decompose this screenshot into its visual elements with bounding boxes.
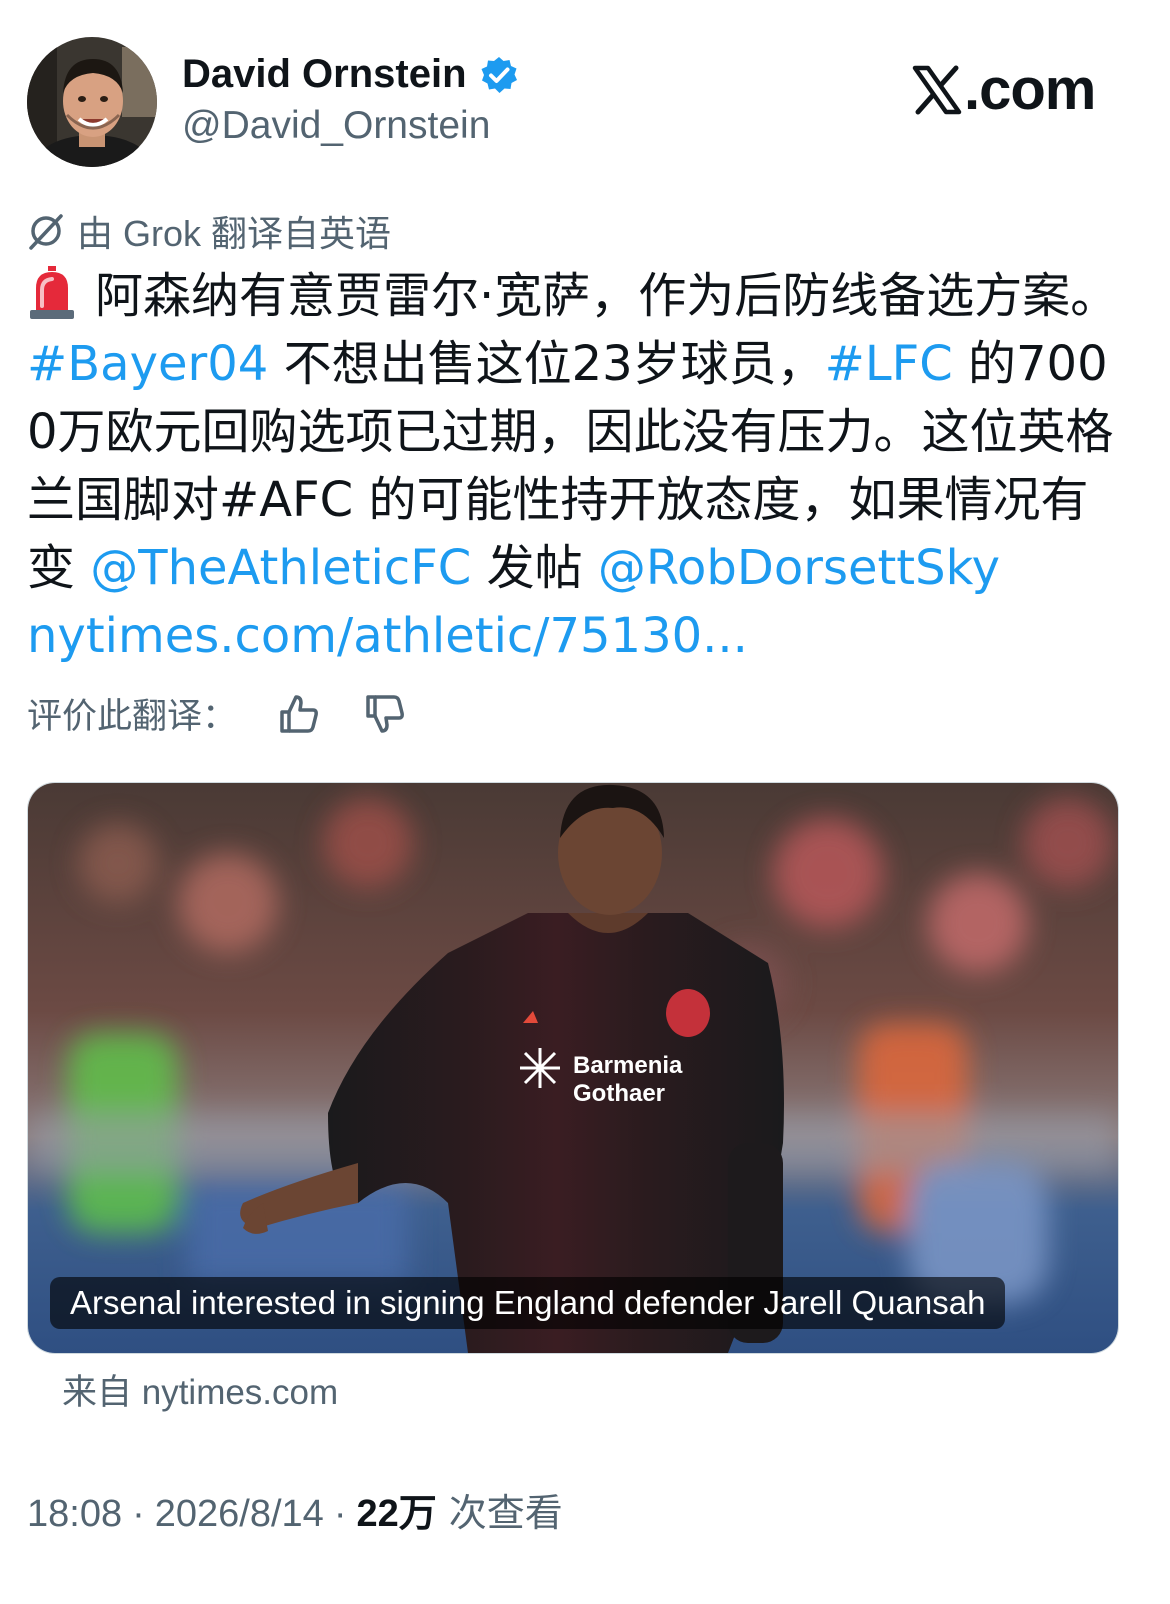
rate-translation-row: 评价此翻译：: [27, 688, 407, 739]
translation-note: 由 Grok 翻译自英语: [27, 205, 391, 257]
brand-logo: .com: [912, 56, 1096, 123]
rate-translation-label: 评价此翻译：: [27, 697, 238, 736]
tweet-text: 阿森纳有意贾雷尔·宽萨，作为后防线备选方案。 #Bayer04 不想出售这位23岁…: [27, 262, 1127, 670]
mention-theathleticfc[interactable]: @TheAthleticFC: [90, 540, 471, 596]
grok-icon: [29, 214, 63, 250]
author-name-row[interactable]: David Ornstein: [182, 52, 519, 97]
thumbs-up-icon[interactable]: [277, 692, 321, 736]
translation-note-text: 由 Grok 翻译自英语: [77, 213, 392, 254]
article-photo: Barmenia Gothaer: [28, 783, 1118, 1353]
rotating-light-icon: [30, 266, 74, 319]
author-name[interactable]: David Ornstein: [182, 52, 467, 97]
article-source[interactable]: 来自 nytimes.com: [62, 1364, 338, 1415]
thumbs-down-icon[interactable]: [363, 692, 407, 736]
verified-badge-icon: [481, 56, 517, 93]
hashtag-bayer04[interactable]: #Bayer04: [27, 336, 268, 392]
tweet-text-part-2: 不想出售这位23岁球员，: [268, 336, 825, 392]
svg-text:Gothaer: Gothaer: [573, 1080, 665, 1107]
article-link[interactable]: nytimes.com/athletic/75130...: [27, 608, 748, 664]
mention-robdorsettsky[interactable]: @RobDorsettSky: [598, 540, 1000, 596]
author-handle[interactable]: @David_Ornstein: [182, 104, 490, 148]
avatar[interactable]: [27, 37, 157, 167]
view-count[interactable]: 22万: [356, 1482, 436, 1537]
article-card-title[interactable]: Arsenal interested in signing England de…: [50, 1277, 1006, 1329]
separator: ·: [333, 1493, 347, 1535]
tweet-text-part-4: 发帖: [471, 540, 598, 596]
tweet-meta: 18:08 · 2026/8/14 · 22万 次查看: [27, 1482, 563, 1537]
svg-text:Barmenia: Barmenia: [573, 1052, 683, 1079]
tweet-text-part-1: 阿森纳有意贾雷尔·宽萨，作为后防线备选方案。: [95, 268, 1119, 324]
tweet-date[interactable]: 2026/8/14: [155, 1493, 324, 1536]
tweet-time[interactable]: 18:08: [27, 1493, 122, 1536]
view-count-label: 次查看: [448, 1493, 563, 1535]
separator: ·: [132, 1493, 145, 1535]
brand-text: .com: [964, 57, 1096, 122]
article-card[interactable]: Barmenia Gothaer Arsenal interested in s…: [27, 782, 1119, 1354]
x-logo-icon: [912, 65, 962, 114]
hashtag-lfc[interactable]: #LFC: [825, 336, 953, 392]
